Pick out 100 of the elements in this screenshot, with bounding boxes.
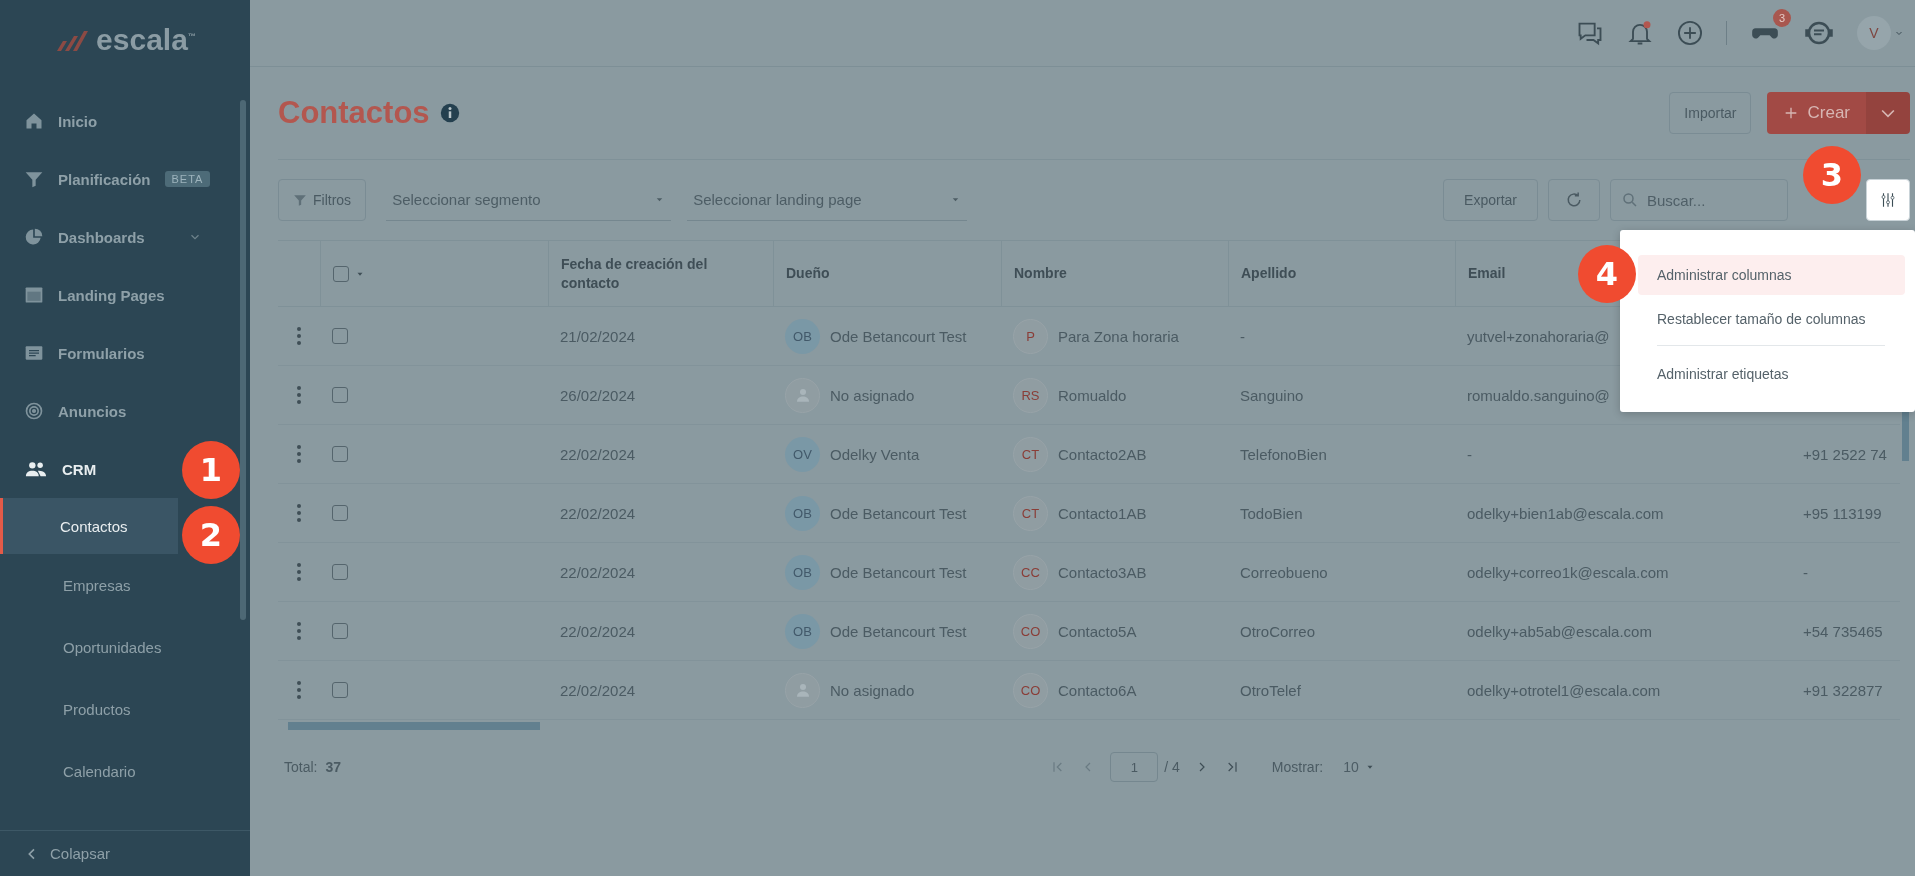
row-checkbox[interactable] — [332, 446, 348, 462]
browser-window-icon — [24, 285, 44, 305]
funnel-icon — [24, 169, 44, 189]
row-checkbox[interactable] — [332, 328, 348, 344]
contact-avatar: CO — [1013, 672, 1048, 708]
page-size-label: Mostrar: — [1271, 759, 1324, 775]
more-vertical-icon — [297, 504, 301, 522]
table-cell: 22/02/2024 — [560, 622, 636, 640]
table-cell: Odelky Venta — [830, 445, 920, 463]
sidebar-subitem[interactable]: Empresas — [0, 554, 178, 616]
search-icon — [1621, 191, 1639, 209]
page-size-select[interactable]: 10 — [1337, 753, 1381, 781]
pie-chart-icon — [24, 227, 44, 247]
more-vertical-icon — [297, 681, 301, 699]
total-label: Total: — [284, 759, 318, 775]
table-cell: +91 2522 74 — [1803, 445, 1887, 463]
table-cell: Correobueno — [1240, 563, 1328, 581]
collapse-button[interactable]: Colapsar — [0, 830, 250, 876]
table-cell: Contacto5A — [1058, 622, 1137, 640]
table-cell: +54 735465 — [1803, 622, 1883, 640]
table-cell: - — [1803, 563, 1808, 581]
owner-avatar: OB — [785, 554, 820, 590]
table-cell: 26/02/2024 — [560, 386, 636, 404]
scrollbar[interactable] — [288, 722, 540, 730]
sidebar-subitem[interactable]: Calendario — [0, 740, 178, 802]
form-icon — [24, 343, 44, 363]
select-all-checkbox[interactable] — [333, 265, 349, 282]
table-cell: Sanguino — [1240, 386, 1304, 404]
create-button[interactable]: Crear — [1767, 92, 1866, 134]
beta-badge: BETA — [164, 171, 211, 187]
page-count: / 4 — [1164, 759, 1180, 775]
filters-button[interactable]: Filtros — [278, 179, 367, 221]
sidebar-item[interactable]: Formularios — [0, 324, 222, 382]
page-field[interactable]: 1 — [1110, 752, 1159, 782]
table-cell: OtroCorreo — [1240, 622, 1316, 640]
table-cell: No asignado — [830, 386, 915, 404]
table-cell: 22/02/2024 — [560, 445, 636, 463]
row-checkbox[interactable] — [332, 387, 348, 403]
sidebar-item[interactable]: Anuncios — [0, 382, 222, 440]
owner-avatar: OV — [785, 436, 820, 472]
home-icon — [24, 111, 44, 131]
table-cell: romualdo.sanguino@ — [1467, 386, 1610, 404]
segment-select[interactable]: Seleccionar segmento — [386, 179, 672, 221]
notification-badge: 3 — [1773, 9, 1791, 27]
menu-item[interactable]: Restablecer tamaño de columnas — [1638, 299, 1905, 339]
table-cell: odelky+ab5ab@escala.com — [1467, 622, 1652, 640]
refresh-button[interactable] — [1548, 179, 1600, 221]
search-field[interactable]: Buscar... — [1610, 179, 1788, 221]
import-button[interactable]: Importar — [1669, 92, 1752, 134]
table-cell: Ode Betancourt Test — [830, 563, 967, 581]
column-header[interactable]: Apellido — [1228, 241, 1455, 307]
more-vertical-icon — [297, 445, 301, 463]
target-icon — [24, 401, 44, 421]
row-checkbox[interactable] — [332, 505, 348, 521]
column-header[interactable]: Dueño — [773, 241, 1001, 307]
menu-item[interactable]: Administrar columnas — [1638, 255, 1905, 295]
sidebar-item[interactable]: Planificación BETA — [0, 150, 222, 208]
table-cell: TelefonoBien — [1240, 445, 1327, 463]
brand-name: escala$^{™}$ — [96, 23, 196, 57]
export-button[interactable]: Exportar — [1443, 179, 1538, 221]
table-cell: odelky+correo1k@escala.com — [1467, 563, 1669, 581]
sidebar-subitem[interactable]: Productos — [0, 678, 178, 740]
user-avatar[interactable]: V — [1857, 16, 1891, 50]
table-cell: 22/02/2024 — [560, 504, 636, 522]
table-cell: yutvel+zonahoraria@ — [1467, 327, 1610, 345]
table-cell: Para Zona horaria — [1058, 327, 1179, 345]
contact-avatar: P — [1013, 318, 1048, 354]
column-header[interactable]: Fecha de creación del contacto — [548, 241, 773, 307]
contact-avatar: CT — [1013, 436, 1048, 472]
more-vertical-icon — [297, 563, 301, 581]
column-header[interactable]: Nombre — [1001, 241, 1228, 307]
row-checkbox[interactable] — [332, 623, 348, 639]
sidebar-item[interactable]: Landing Pages — [0, 266, 222, 324]
row-checkbox[interactable] — [332, 564, 348, 580]
sidebar-item[interactable]: Inicio — [0, 92, 222, 150]
sidebar-subitem[interactable]: Oportunidades — [0, 616, 178, 678]
sidebar-item[interactable]: CRM — [0, 440, 178, 498]
landing-page-select[interactable]: Seleccionar landing page — [687, 179, 968, 221]
scrollbar[interactable] — [240, 100, 246, 620]
menu-item[interactable]: Administrar etiquetas — [1638, 354, 1905, 394]
table-cell: Contacto1AB — [1058, 504, 1147, 522]
contact-avatar: CC — [1013, 554, 1048, 590]
table-cell: Romualdo — [1058, 386, 1127, 404]
create-menu-button[interactable] — [1866, 92, 1910, 134]
sidebar-subitem[interactable]: Contactos — [0, 498, 178, 554]
column-settings-button[interactable] — [1866, 179, 1910, 221]
plus-circle-icon — [1676, 19, 1704, 47]
table-cell: No asignado — [830, 681, 915, 699]
bell-icon — [1626, 19, 1654, 47]
funnel-icon — [293, 193, 307, 207]
more-vertical-icon — [297, 327, 301, 345]
owner-avatar: OB — [785, 495, 820, 531]
table-cell: TodoBien — [1240, 504, 1303, 522]
row-checkbox[interactable] — [332, 682, 348, 698]
sidebar-item[interactable]: Dashboards — [0, 208, 222, 266]
more-vertical-icon — [297, 622, 301, 640]
table-cell: Contacto2AB — [1058, 445, 1147, 463]
page-title: Contactos — [278, 95, 430, 131]
table-cell: 22/02/2024 — [560, 681, 636, 699]
table-cell: 21/02/2024 — [560, 327, 636, 345]
